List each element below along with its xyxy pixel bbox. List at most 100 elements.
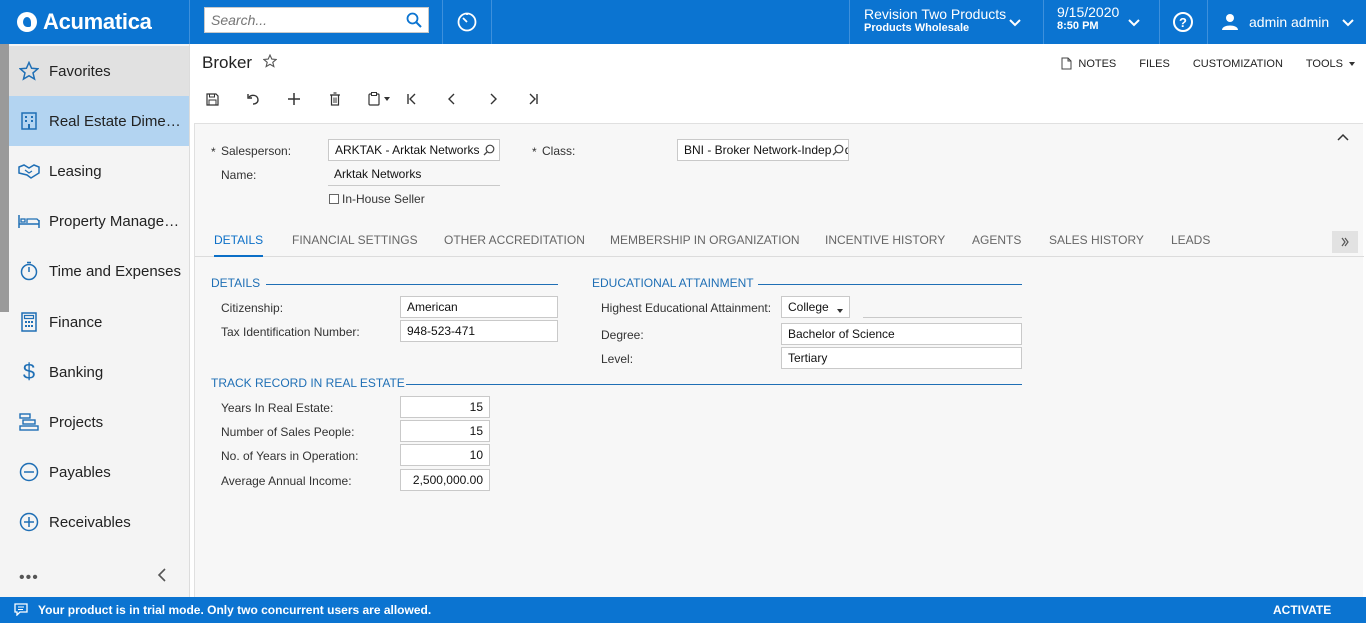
track-record-group-header: TRACK RECORD IN REAL ESTATE: [211, 376, 405, 390]
tab-other-accreditation[interactable]: OTHER ACCREDITATION: [444, 227, 585, 257]
tenant-selector[interactable]: Revision Two Products Products Wholesale: [850, 0, 1043, 44]
message-icon: [14, 603, 28, 619]
search-input[interactable]: [205, 8, 400, 32]
sidebar-item-label: Payables: [49, 463, 111, 481]
plus-icon: [288, 93, 300, 105]
sidebar-scrollbar[interactable]: [0, 44, 9, 312]
tools-menu[interactable]: TOOLS: [1306, 57, 1356, 70]
chevron-left-icon: [448, 93, 455, 105]
caret-down-icon: [836, 303, 844, 317]
average-income-label: Average Annual Income:: [221, 474, 352, 488]
add-to-favorites-icon[interactable]: [262, 53, 278, 71]
copy-paste-menu[interactable]: [365, 89, 395, 109]
first-record-button[interactable]: [402, 89, 422, 109]
help-icon: ?: [1173, 12, 1193, 32]
sidebar-item-banking[interactable]: $ Banking: [9, 347, 189, 397]
bed-icon: [18, 210, 40, 232]
tab-membership-in-organization[interactable]: MEMBERSHIP IN ORGANIZATION: [610, 227, 800, 257]
in-house-seller-checkbox[interactable]: In-House Seller: [329, 192, 425, 206]
sidebar-item-real-estate-dimensions[interactable]: Real Estate Dimensions: [9, 96, 189, 146]
sidebar-item-favorites[interactable]: Favorites: [9, 46, 189, 96]
customization-link[interactable]: CUSTOMIZATION: [1193, 57, 1283, 70]
search-icon[interactable]: [406, 12, 422, 31]
details-group-header: DETAILS: [211, 276, 261, 290]
years-in-real-estate-field[interactable]: 15: [400, 396, 490, 418]
notes-link[interactable]: NOTES: [1061, 57, 1116, 70]
save-button[interactable]: [202, 89, 222, 109]
chevron-down-icon: [1342, 19, 1354, 27]
sidebar-item-leasing[interactable]: Leasing: [9, 146, 189, 196]
degree-label: Degree:: [601, 328, 644, 342]
sidebar-item-projects[interactable]: Projects: [9, 397, 189, 447]
average-income-field[interactable]: 2,500,000.00: [400, 469, 490, 491]
activate-button[interactable]: ACTIVATE: [1273, 603, 1331, 617]
checkbox-box[interactable]: [329, 194, 339, 204]
sales-people-field[interactable]: 15: [400, 420, 490, 442]
sidebar-item-label: Leasing: [49, 162, 102, 180]
logo[interactable]: Acumatica: [0, 0, 190, 44]
in-house-seller-label: In-House Seller: [342, 192, 425, 206]
files-link[interactable]: FILES: [1139, 57, 1170, 70]
help-button[interactable]: ?: [1159, 0, 1207, 44]
more-tabs-button[interactable]: [1332, 231, 1358, 253]
sidebar-item-property-management[interactable]: Property Management: [9, 196, 189, 246]
salesperson-label: Salesperson:: [221, 144, 292, 158]
next-record-button[interactable]: [483, 89, 503, 109]
delete-button[interactable]: [325, 89, 345, 109]
group-divider: [266, 284, 558, 285]
tab-sales-history[interactable]: SALES HISTORY: [1049, 227, 1144, 257]
top-bar: Acumatica Revision Two Products Products…: [0, 0, 1366, 44]
date-selector[interactable]: 9/15/2020 8:50 PM: [1043, 0, 1159, 44]
chevron-down-icon: [1128, 19, 1140, 27]
caret-down-icon: [1349, 61, 1355, 66]
page-title: Broker: [202, 53, 253, 72]
main-content: Broker NOTES FILES CUSTOMIZATION TOOLS *…: [190, 44, 1366, 597]
tab-leads[interactable]: LEADS: [1171, 227, 1210, 257]
building-icon: [18, 110, 40, 132]
group-divider: [758, 284, 1022, 285]
sidebar-item-payables[interactable]: Payables: [9, 447, 189, 497]
sidebar-item-label: Real Estate Dimensions: [49, 112, 187, 130]
citizenship-field[interactable]: American: [400, 296, 558, 318]
collapse-sidebar-icon[interactable]: [156, 568, 168, 585]
sidebar-item-label: Finance: [49, 313, 103, 331]
trash-icon: [330, 92, 340, 106]
degree-field[interactable]: Bachelor of Science: [781, 323, 1022, 345]
note-icon: [1061, 57, 1072, 70]
more-modules-button[interactable]: •••: [19, 569, 39, 587]
chevron-down-icon: [1009, 19, 1021, 27]
add-button[interactable]: [284, 89, 304, 109]
sidebar-item-label: Banking: [49, 363, 104, 381]
search-icon[interactable]: [832, 144, 844, 159]
history-button[interactable]: [443, 0, 491, 44]
tab-financial-settings[interactable]: FINANCIAL SETTINGS: [292, 227, 418, 257]
sidebar-item-time-and-expenses[interactable]: Time and Expenses: [9, 246, 189, 296]
search-icon[interactable]: [483, 144, 495, 159]
tab-incentive-history[interactable]: INCENTIVE HISTORY: [825, 227, 945, 257]
last-icon: [529, 93, 538, 105]
calculator-icon: [18, 311, 40, 333]
highest-attainment-select[interactable]: College: [781, 296, 850, 318]
level-label: Level:: [601, 352, 634, 366]
user-menu[interactable]: admin admin: [1207, 0, 1366, 44]
education-group-header: EDUCATIONAL ATTAINMENT: [592, 276, 754, 290]
handshake-icon: [18, 160, 40, 182]
last-record-button[interactable]: [523, 89, 543, 109]
brand-name: Acumatica: [43, 9, 152, 34]
tax-id-field[interactable]: 948-523-471: [400, 320, 558, 342]
level-field[interactable]: Tertiary: [781, 347, 1022, 369]
sidebar-item-label: Time and Expenses: [49, 262, 182, 280]
sidebar-item-receivables[interactable]: Receivables: [9, 497, 189, 547]
years-in-operation-field[interactable]: 10: [400, 444, 490, 466]
search-box[interactable]: [204, 7, 429, 33]
salesperson-field[interactable]: ARKTAK - Arktak Networks: [328, 139, 500, 161]
tab-agents[interactable]: AGENTS: [972, 227, 1021, 257]
previous-record-button[interactable]: [442, 89, 462, 109]
class-field[interactable]: BNI - Broker Network-Independent: [677, 139, 849, 161]
undo-button[interactable]: [243, 89, 263, 109]
tab-details[interactable]: DETAILS: [214, 227, 264, 257]
sidebar-item-finance[interactable]: Finance: [9, 297, 189, 347]
chevron-right-icon: [490, 93, 497, 105]
collapse-header-icon[interactable]: [1337, 129, 1349, 144]
years-in-operation-label: No. of Years in Operation:: [221, 449, 359, 463]
